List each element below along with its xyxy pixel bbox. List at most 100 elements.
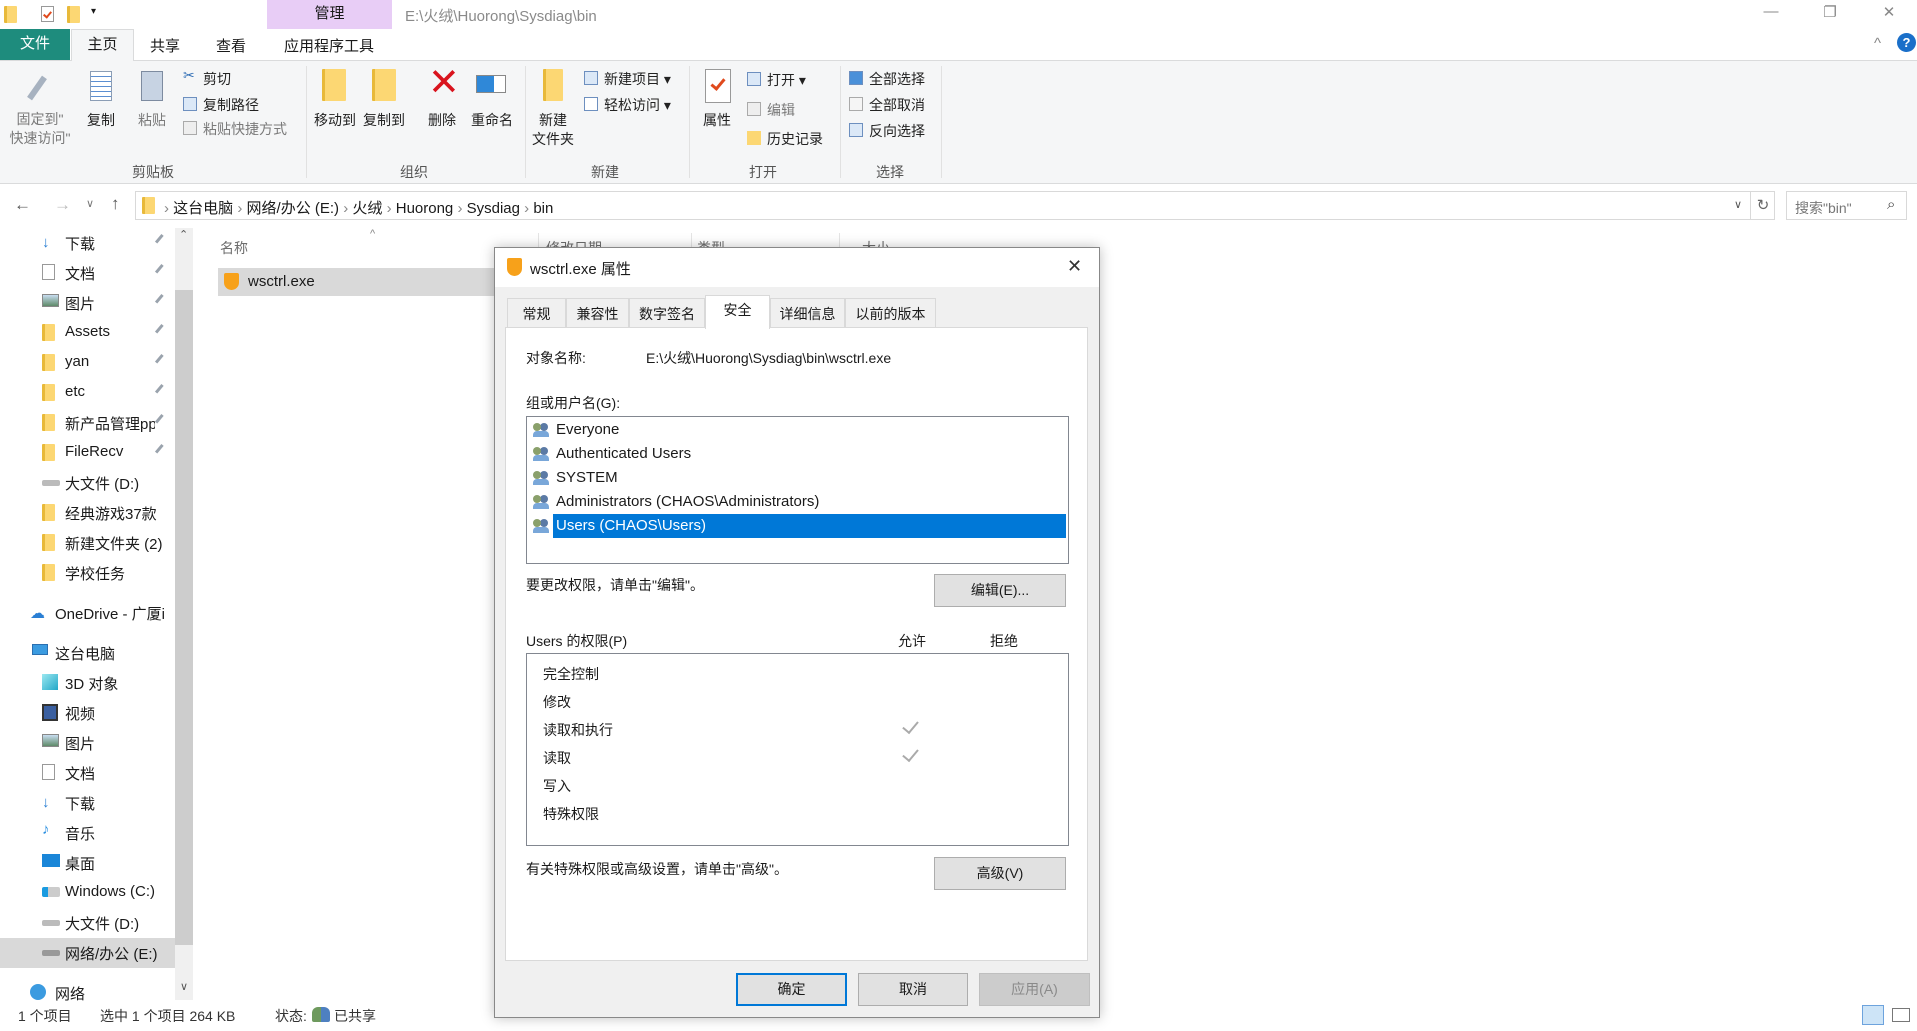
history-button[interactable]: 历史记录 bbox=[747, 129, 823, 149]
nav-item[interactable]: FileRecv bbox=[0, 438, 175, 468]
tab-file[interactable]: 文件 bbox=[0, 29, 70, 60]
properties-quick-icon[interactable] bbox=[41, 6, 54, 22]
crumb[interactable]: bin bbox=[533, 200, 553, 217]
minimize-button[interactable]: — bbox=[1756, 3, 1786, 20]
collapse-ribbon-icon[interactable]: ^ bbox=[1874, 35, 1881, 52]
nav-item[interactable]: 新建文件夹 (2) bbox=[0, 528, 175, 558]
nav-item[interactable]: 经典游戏37款 bbox=[0, 498, 175, 528]
invert-selection-button[interactable]: 反向选择 bbox=[849, 121, 925, 141]
nav-item[interactable]: yan bbox=[0, 348, 175, 378]
forward-button[interactable]: → bbox=[54, 195, 71, 215]
user-row-selected[interactable]: Users (CHAOS\Users) bbox=[531, 514, 1066, 538]
address-dropdown-icon[interactable]: ∨ bbox=[1734, 198, 1742, 211]
tab-general[interactable]: 常规 bbox=[507, 298, 566, 328]
cut-button[interactable]: ✂ 剪切 bbox=[183, 67, 231, 89]
recent-locations-button[interactable]: ∨ bbox=[86, 197, 94, 210]
pin-quick-access-button[interactable]: 固定到" 快速访问" bbox=[10, 110, 71, 148]
close-button[interactable]: ✕ bbox=[1874, 3, 1904, 21]
nav-item[interactable]: 图片 bbox=[0, 288, 175, 318]
nav-item[interactable]: 文档 bbox=[0, 258, 175, 288]
ok-button[interactable]: 确定 bbox=[736, 973, 847, 1006]
edit-permissions-button[interactable]: 编辑(E)... bbox=[934, 574, 1066, 607]
edit-button[interactable]: 编辑 bbox=[747, 100, 795, 120]
nav-item[interactable]: ♪ 音乐 bbox=[0, 818, 175, 848]
nav-item-this-pc[interactable]: 这台电脑 bbox=[0, 638, 175, 668]
nav-item[interactable]: Windows (C:) bbox=[0, 878, 175, 908]
details-view-button[interactable] bbox=[1862, 1005, 1884, 1025]
nav-item[interactable]: 大文件 (D:) bbox=[0, 468, 175, 498]
help-icon[interactable]: ? bbox=[1897, 33, 1916, 52]
nav-item[interactable]: 图片 bbox=[0, 728, 175, 758]
tab-digital-signatures[interactable]: 数字签名 bbox=[629, 298, 705, 328]
nav-item[interactable]: 新产品管理pp bbox=[0, 408, 175, 438]
customize-quick-access-icon[interactable]: ▾ bbox=[91, 6, 96, 17]
nav-item[interactable]: 桌面 bbox=[0, 848, 175, 878]
search-input[interactable]: 搜索"bin" ⌕ bbox=[1786, 191, 1907, 220]
folder-icon bbox=[42, 504, 55, 521]
advanced-button[interactable]: 高级(V) bbox=[934, 857, 1066, 890]
copy-to-button[interactable]: 复制到 bbox=[363, 111, 405, 130]
nav-item[interactable]: 3D 对象 bbox=[0, 668, 175, 698]
nav-item[interactable]: 大文件 (D:) bbox=[0, 908, 175, 938]
tab-previous-versions[interactable]: 以前的版本 bbox=[845, 298, 936, 328]
scroll-thumb[interactable] bbox=[175, 290, 193, 945]
nav-item[interactable]: ↓ 下载 bbox=[0, 228, 175, 258]
user-row[interactable]: Everyone bbox=[531, 418, 1066, 442]
address-bar[interactable]: › 这台电脑 › 网络/办公 (E:) › 火绒 › Huorong › Sys… bbox=[135, 191, 1775, 220]
back-button[interactable]: ← bbox=[14, 195, 31, 215]
delete-button[interactable]: 删除 bbox=[428, 111, 456, 130]
scroll-up-button[interactable]: ⌃ bbox=[179, 228, 188, 241]
crumb[interactable]: Huorong bbox=[396, 200, 454, 217]
nav-item[interactable]: ↓ 下载 bbox=[0, 788, 175, 818]
cancel-button[interactable]: 取消 bbox=[858, 973, 968, 1006]
tab-view[interactable]: 查看 bbox=[216, 35, 246, 56]
column-header-name[interactable]: 名称 bbox=[220, 238, 248, 258]
properties-button[interactable]: 属性 bbox=[703, 111, 731, 130]
new-folder-quick-icon[interactable] bbox=[67, 6, 80, 23]
tab-details[interactable]: 详细信息 bbox=[770, 298, 845, 328]
nav-item-onedrive[interactable]: ☁ OneDrive - 广厦i bbox=[0, 598, 175, 628]
new-folder-button[interactable]: 新建 文件夹 bbox=[532, 111, 574, 149]
nav-item[interactable]: 视频 bbox=[0, 698, 175, 728]
select-all-button[interactable]: 全部选择 bbox=[849, 69, 925, 89]
pin-icon bbox=[27, 75, 47, 101]
crumb[interactable]: 这台电脑 bbox=[173, 200, 233, 217]
new-item-button[interactable]: 新建项目 ▾ bbox=[584, 69, 671, 89]
dialog-close-button[interactable]: ✕ bbox=[1067, 256, 1082, 277]
tab-security[interactable]: 安全 bbox=[705, 295, 770, 329]
user-row[interactable]: SYSTEM bbox=[531, 466, 1066, 490]
paste-shortcut-button[interactable]: 粘贴快捷方式 bbox=[183, 119, 287, 139]
nav-item[interactable]: etc bbox=[0, 378, 175, 408]
nav-item-selected[interactable]: 网络/办公 (E:) bbox=[0, 938, 175, 968]
user-row[interactable]: Authenticated Users bbox=[531, 442, 1066, 466]
file-row[interactable]: wsctrl.exe bbox=[218, 268, 518, 296]
open-button[interactable]: 打开 ▾ bbox=[747, 70, 806, 90]
up-button[interactable]: ↑ bbox=[111, 194, 120, 214]
large-icons-view-button[interactable] bbox=[1892, 1008, 1910, 1022]
paste-button[interactable]: 粘贴 bbox=[138, 111, 166, 130]
user-row[interactable]: Administrators (CHAOS\Administrators) bbox=[531, 490, 1066, 514]
apply-button[interactable]: 应用(A) bbox=[979, 973, 1090, 1006]
move-to-button[interactable]: 移动到 bbox=[314, 111, 356, 130]
tab-compatibility[interactable]: 兼容性 bbox=[566, 298, 629, 328]
delete-icon: ✕ bbox=[428, 62, 460, 104]
scroll-down-button[interactable]: ∨ bbox=[180, 980, 188, 993]
nav-item[interactable]: 学校任务 bbox=[0, 558, 175, 588]
crumb[interactable]: Sysdiag bbox=[467, 200, 520, 217]
sidebar-scrollbar[interactable]: ⌃ ∨ bbox=[175, 228, 193, 1000]
tab-home[interactable]: 主页 bbox=[71, 29, 134, 61]
crumb[interactable]: 网络/办公 (E:) bbox=[247, 200, 340, 217]
crumb[interactable]: 火绒 bbox=[352, 200, 382, 217]
select-none-button[interactable]: 全部取消 bbox=[849, 95, 925, 115]
rename-button[interactable]: 重命名 bbox=[471, 111, 513, 130]
copy-button[interactable]: 复制 bbox=[87, 111, 115, 130]
context-tab-manage[interactable]: 管理 bbox=[267, 0, 392, 29]
refresh-button[interactable]: ↻ bbox=[1750, 192, 1775, 219]
nav-item[interactable]: Assets bbox=[0, 318, 175, 348]
copy-path-button[interactable]: 复制路径 bbox=[183, 95, 259, 115]
restore-button[interactable]: ❐ bbox=[1815, 3, 1845, 21]
nav-item[interactable]: 文档 bbox=[0, 758, 175, 788]
tab-share[interactable]: 共享 bbox=[150, 35, 180, 56]
tab-app-tools[interactable]: 应用程序工具 bbox=[284, 35, 374, 56]
easy-access-button[interactable]: 轻松访问 ▾ bbox=[584, 95, 671, 115]
